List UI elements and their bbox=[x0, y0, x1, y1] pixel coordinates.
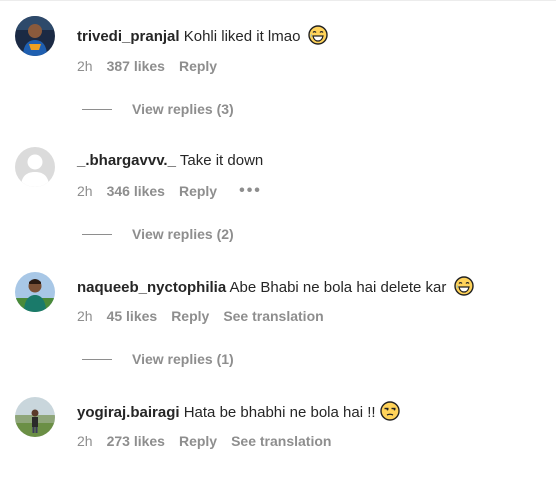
avatar[interactable] bbox=[15, 272, 55, 312]
comment-meta: 2h 346 likes Reply ••• bbox=[77, 182, 262, 200]
reply-button[interactable]: Reply bbox=[179, 182, 217, 200]
view-replies-button[interactable]: View replies (3) bbox=[82, 101, 234, 117]
comment-item: naqueeb_nyctophilia Abe Bhabi ne bola ha… bbox=[0, 250, 556, 375]
see-translation-button[interactable]: See translation bbox=[223, 307, 323, 325]
comment-meta: 2h 273 likes Reply See translation bbox=[77, 432, 331, 450]
timestamp: 2h bbox=[77, 308, 93, 324]
view-replies-button[interactable]: View replies (2) bbox=[82, 226, 234, 242]
replies-dash bbox=[82, 108, 112, 110]
more-options-icon[interactable]: ••• bbox=[239, 182, 262, 200]
see-translation-button[interactable]: See translation bbox=[231, 432, 331, 450]
likes-count[interactable]: 346 likes bbox=[107, 182, 165, 200]
username-link[interactable]: _.bhargavvv._ bbox=[77, 152, 176, 169]
comment-meta: 2h 45 likes Reply See translation bbox=[77, 307, 324, 325]
comment-text: Kohli liked it lmao bbox=[183, 28, 301, 45]
avatar[interactable] bbox=[15, 16, 55, 56]
comment-line: _.bhargavvv._ Take it down bbox=[77, 151, 263, 171]
unamused-emoji-icon bbox=[380, 401, 400, 421]
username-link[interactable]: yogiraj.bairagi bbox=[77, 404, 180, 421]
comment-line: trivedi_pranjal Kohli liked it lmao bbox=[77, 25, 328, 47]
timestamp: 2h bbox=[77, 58, 93, 74]
username-link[interactable]: naqueeb_nyctophilia bbox=[77, 279, 226, 296]
reply-button[interactable]: Reply bbox=[171, 307, 209, 325]
timestamp: 2h bbox=[77, 183, 93, 199]
laughing-emoji-icon bbox=[453, 276, 474, 296]
avatar[interactable] bbox=[15, 147, 55, 187]
comment-line: yogiraj.bairagi Hata be bhabhi ne bola h… bbox=[77, 401, 400, 423]
comment-item: trivedi_pranjal Kohli liked it lmao 2h 3… bbox=[0, 0, 556, 125]
laughing-emoji-icon bbox=[307, 25, 328, 45]
replies-dash bbox=[82, 358, 112, 360]
comment-item: _.bhargavvv._ Take it down 2h 346 likes … bbox=[0, 125, 556, 250]
username-link[interactable]: trivedi_pranjal bbox=[77, 28, 180, 45]
timestamp: 2h bbox=[77, 433, 93, 449]
comment-text: Abe Bhabi ne bola hai delete kar bbox=[229, 279, 447, 296]
comment-item: yogiraj.bairagi Hata be bhabhi ne bola h… bbox=[0, 375, 556, 500]
reply-button[interactable]: Reply bbox=[179, 57, 217, 75]
likes-count[interactable]: 273 likes bbox=[107, 432, 165, 450]
likes-count[interactable]: 387 likes bbox=[107, 57, 165, 75]
view-replies-label: View replies (2) bbox=[132, 226, 234, 242]
view-replies-button[interactable]: View replies (1) bbox=[82, 351, 234, 367]
view-replies-label: View replies (3) bbox=[132, 101, 234, 117]
comment-meta: 2h 387 likes Reply bbox=[77, 57, 231, 75]
comment-line: naqueeb_nyctophilia Abe Bhabi ne bola ha… bbox=[77, 276, 474, 298]
replies-dash bbox=[82, 233, 112, 235]
likes-count[interactable]: 45 likes bbox=[107, 307, 158, 325]
reply-button[interactable]: Reply bbox=[179, 432, 217, 450]
view-replies-label: View replies (1) bbox=[132, 351, 234, 367]
comment-text: Take it down bbox=[179, 152, 264, 169]
avatar[interactable] bbox=[15, 397, 55, 437]
comment-text: Hata be bhabhi ne bola hai !! bbox=[183, 404, 376, 421]
